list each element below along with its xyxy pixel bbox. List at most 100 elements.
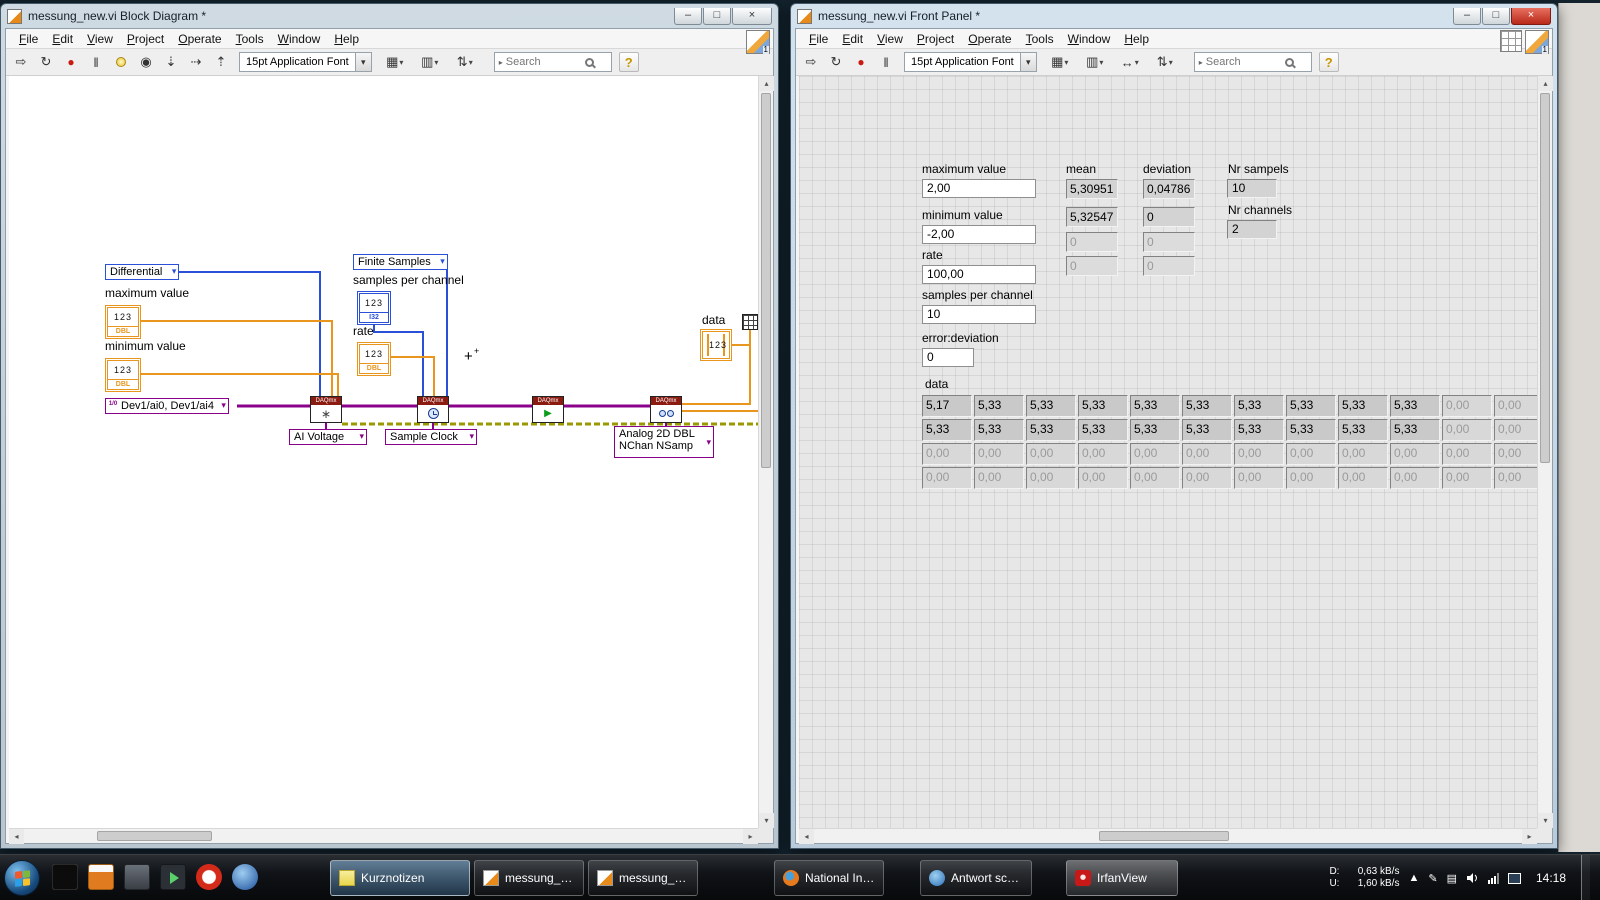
align-objects-button[interactable]: ▦ ▾ — [1044, 52, 1076, 73]
signal-strength-icon[interactable] — [1487, 872, 1499, 884]
scroll-right-arrow[interactable]: ▸ — [743, 829, 758, 844]
data-cell-0-11[interactable]: 0,00 — [1494, 395, 1541, 417]
pause-button[interactable]: ‖ — [85, 52, 107, 73]
maximize-button[interactable]: □ — [703, 7, 731, 25]
data-cell-3-10[interactable]: 0,00 — [1442, 467, 1492, 489]
font-selector[interactable]: 15pt Application Font ▾ — [239, 52, 372, 72]
scroll-left-arrow[interactable]: ◂ — [9, 829, 24, 844]
scroll-right-arrow[interactable]: ▸ — [1522, 829, 1537, 844]
data-cell-2-0[interactable]: 0,00 — [922, 443, 972, 465]
taskbar-button-frontpanel[interactable]: messung_new.vi Fr... — [474, 860, 584, 896]
taskbar-button-firefox[interactable]: National Instrume... — [774, 860, 884, 896]
data-cell-2-6[interactable]: 0,00 — [1234, 443, 1284, 465]
align-objects-button[interactable]: ▦ ▾ — [379, 52, 411, 73]
menu-edit[interactable]: Edit — [835, 32, 870, 46]
chevron-down-icon[interactable]: ▾ — [354, 53, 371, 71]
highlight-execution-button[interactable] — [110, 52, 132, 73]
ai-voltage-selector[interactable]: AI Voltage ▾ — [289, 429, 367, 445]
data-cell-0-5[interactable]: 5,33 — [1182, 395, 1232, 417]
deviation-cell-1[interactable]: 0 — [1143, 207, 1195, 227]
maximum-value-field[interactable]: 2,00 — [922, 179, 1036, 198]
terminal-icon[interactable] — [52, 864, 78, 890]
data-cell-0-4[interactable]: 5,33 — [1130, 395, 1180, 417]
search-input[interactable] — [1205, 56, 1282, 68]
taskbar-button-kurznotizen[interactable]: Kurznotizen — [330, 860, 470, 896]
taskbar-button-irfanview[interactable]: IrfanView — [1066, 860, 1178, 896]
data-cell-2-8[interactable]: 0,00 — [1338, 443, 1388, 465]
read-mode-selector[interactable]: Analog 2D DBL NChan NSamp ▾ — [614, 426, 714, 458]
data-cell-0-1[interactable]: 5,33 — [974, 395, 1024, 417]
data-cell-1-5[interactable]: 5,33 — [1182, 419, 1232, 441]
data-cell-3-9[interactable]: 0,00 — [1390, 467, 1440, 489]
resize-objects-button[interactable]: ↔ ▾ — [1114, 52, 1146, 73]
step-over-button[interactable]: ⇢ — [185, 52, 207, 73]
data-cell-0-6[interactable]: 5,33 — [1234, 395, 1284, 417]
reorder-button[interactable]: ⇅ ▾ — [449, 52, 481, 73]
deviation-cell-3[interactable]: 0 — [1143, 256, 1195, 276]
data-cell-1-1[interactable]: 5,33 — [974, 419, 1024, 441]
orange-app-icon[interactable] — [88, 864, 114, 890]
data-cell-1-2[interactable]: 5,33 — [1026, 419, 1076, 441]
chevron-down-icon[interactable]: ▾ — [172, 266, 177, 277]
reorder-button[interactable]: ⇅ ▾ — [1149, 52, 1181, 73]
distribute-objects-button[interactable]: ▥ ▾ — [414, 52, 446, 73]
data-cell-1-4[interactable]: 5,33 — [1130, 419, 1180, 441]
step-into-button[interactable]: ⇣ — [160, 52, 182, 73]
close-button[interactable]: × — [732, 7, 772, 25]
search-expand-icon[interactable]: ▸ — [499, 58, 503, 67]
run-button[interactable]: ⇨ — [10, 52, 32, 73]
menu-file[interactable]: File — [802, 32, 835, 46]
data-cell-2-9[interactable]: 0,00 — [1390, 443, 1440, 465]
data-cell-1-7[interactable]: 5,33 — [1286, 419, 1336, 441]
pause-button[interactable]: ‖ — [875, 52, 897, 73]
nr-samples-field[interactable]: 10 — [1227, 179, 1277, 198]
chevron-down-icon[interactable]: ▾ — [221, 400, 226, 411]
rate-field[interactable]: 100,00 — [922, 265, 1036, 284]
daqmx-timing-node[interactable]: DAQmx — [417, 396, 449, 423]
data-cell-2-1[interactable]: 0,00 — [974, 443, 1024, 465]
vertical-scrollbar[interactable]: ▴ ▾ — [758, 76, 774, 828]
data-cell-2-11[interactable]: 0,00 — [1494, 443, 1541, 465]
data-cell-2-2[interactable]: 0,00 — [1026, 443, 1076, 465]
data-cell-1-10[interactable]: 0,00 — [1442, 419, 1492, 441]
physical-channel-constant[interactable]: 1/0 Dev1/ai0, Dev1/ai4 ▾ — [105, 398, 229, 414]
minimize-button[interactable]: – — [674, 7, 702, 25]
chevron-down-icon[interactable]: ▾ — [359, 431, 364, 442]
error-deviation-field[interactable]: 0 — [922, 348, 974, 367]
scroll-thumb[interactable] — [97, 831, 212, 841]
menu-help[interactable]: Help — [1117, 32, 1156, 46]
chevron-down-icon[interactable]: ▾ — [706, 437, 711, 448]
data-cell-2-3[interactable]: 0,00 — [1078, 443, 1128, 465]
run-continuous-button[interactable]: ↻ — [35, 52, 57, 73]
red-circle-app-icon[interactable] — [196, 864, 222, 890]
data-array-terminal[interactable]: 123 — [700, 329, 732, 361]
scroll-down-arrow[interactable]: ▾ — [759, 813, 774, 828]
data-cell-3-7[interactable]: 0,00 — [1286, 467, 1336, 489]
daqmx-start-task-node[interactable]: DAQmx ▶ — [532, 396, 564, 423]
data-cell-0-7[interactable]: 5,33 — [1286, 395, 1336, 417]
mean-cell-0[interactable]: 5,30951 — [1066, 179, 1118, 199]
data-cell-3-3[interactable]: 0,00 — [1078, 467, 1128, 489]
data-cell-0-2[interactable]: 5,33 — [1026, 395, 1076, 417]
rate-terminal[interactable]: 123 DBL — [357, 342, 391, 376]
step-out-button[interactable]: ⇡ — [210, 52, 232, 73]
clock[interactable]: 14:18 — [1530, 871, 1572, 885]
scroll-thumb[interactable] — [761, 93, 771, 468]
data-cell-3-5[interactable]: 0,00 — [1182, 467, 1232, 489]
close-button[interactable]: × — [1511, 7, 1551, 25]
daqmx-create-channel-node[interactable]: DAQmx ∗ — [310, 396, 342, 423]
samples-per-channel-terminal[interactable]: 123 I32 — [357, 291, 391, 325]
help-button[interactable]: ? — [618, 52, 639, 72]
differential-enum-constant[interactable]: Differential ▾ — [105, 264, 180, 280]
menu-project[interactable]: Project — [910, 32, 961, 46]
menu-tools[interactable]: Tools — [229, 32, 271, 46]
connector-pane-icon[interactable] — [1500, 30, 1522, 52]
scroll-up-arrow[interactable]: ▴ — [759, 76, 774, 91]
maximum-value-terminal[interactable]: 123 DBL — [105, 305, 141, 339]
menu-operate[interactable]: Operate — [171, 32, 228, 46]
chevron-down-icon[interactable]: ▾ — [1019, 53, 1036, 71]
titlebar[interactable]: messung_new.vi Front Panel * – □ × — [791, 4, 1557, 28]
horizontal-scrollbar[interactable]: ◂ ▸ — [9, 828, 758, 844]
network-status-icon[interactable] — [1507, 872, 1521, 884]
search-input[interactable] — [505, 56, 582, 68]
